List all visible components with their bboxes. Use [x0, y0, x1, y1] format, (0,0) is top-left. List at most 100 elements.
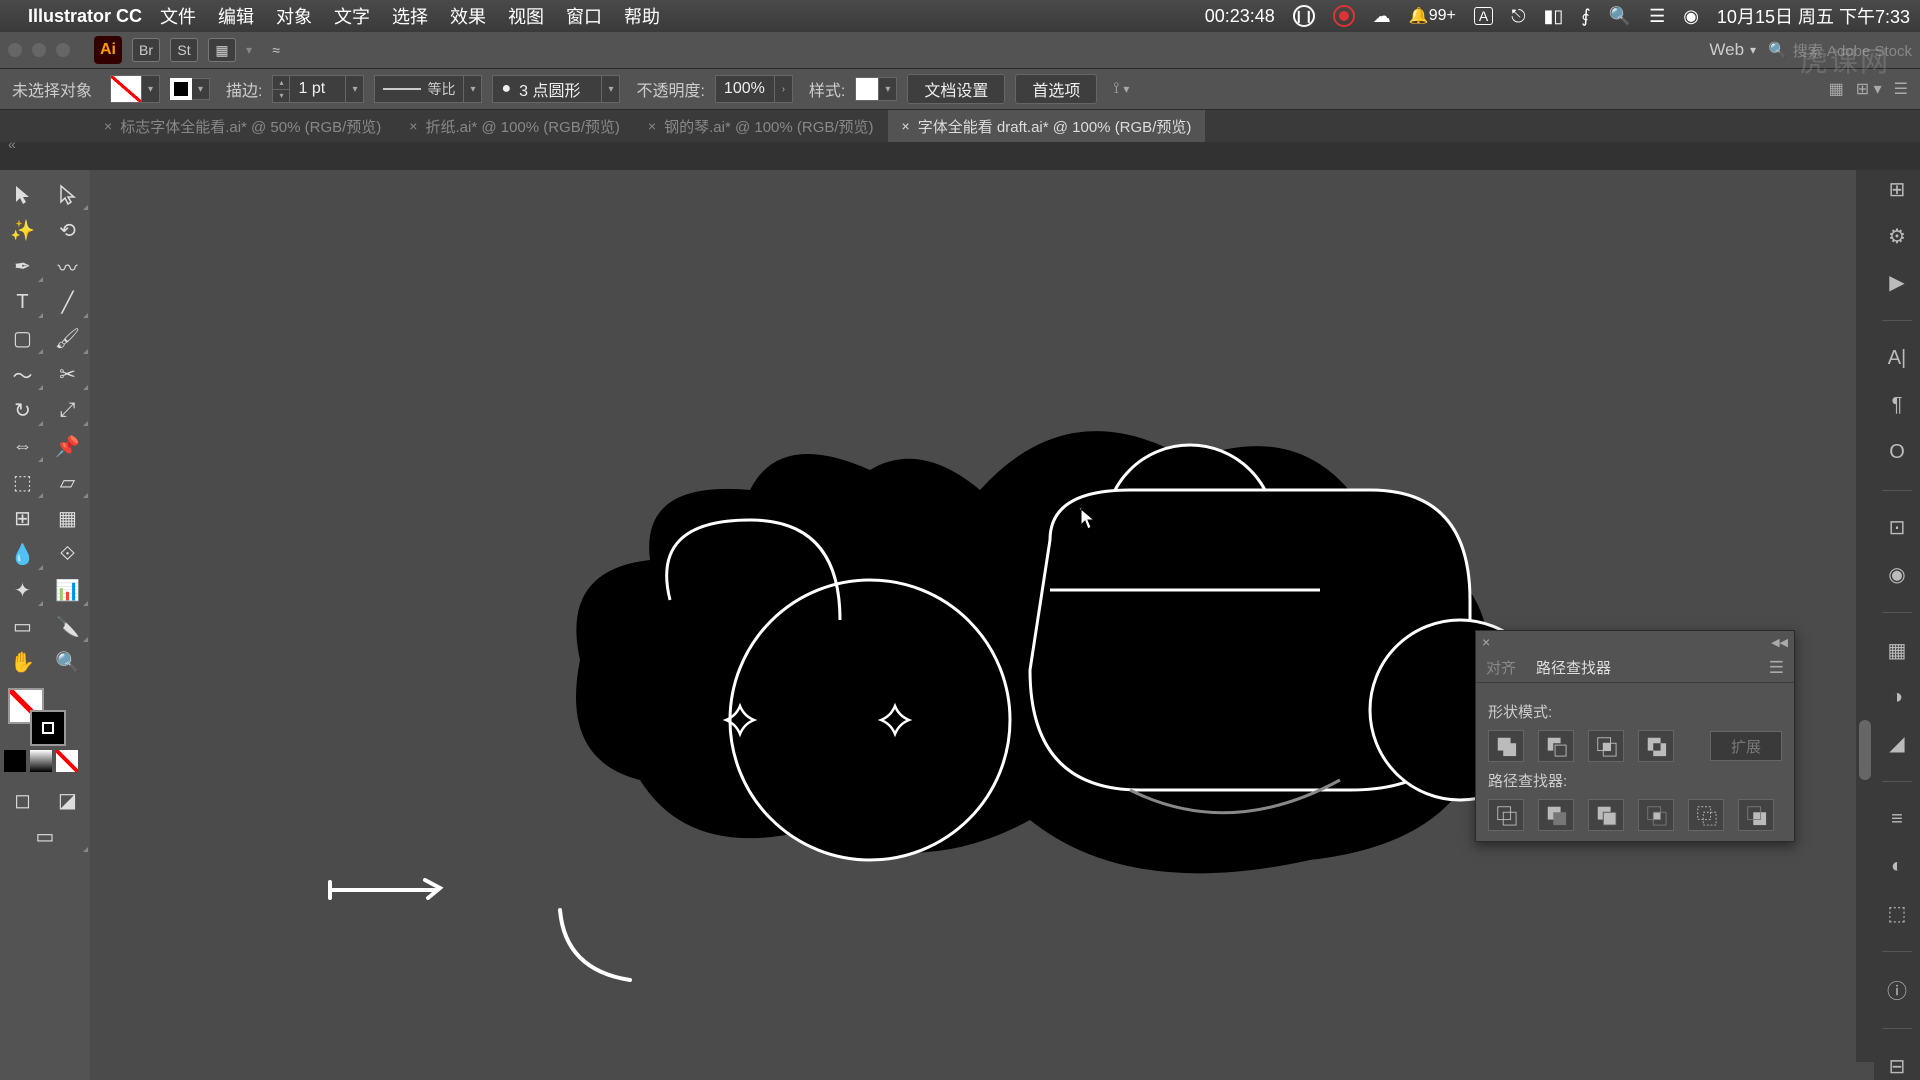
menu-edit[interactable]: 编辑: [218, 3, 254, 29]
screen-mode[interactable]: ▭: [0, 818, 90, 854]
transform-icon[interactable]: ⊞ ▾: [1856, 79, 1882, 99]
fill-stroke-control[interactable]: [0, 680, 90, 750]
character-panel-icon[interactable]: A|: [1882, 345, 1912, 372]
eyedropper-tool[interactable]: 💧: [0, 536, 45, 572]
menu-object[interactable]: 对象: [276, 3, 312, 29]
canvas[interactable]: [90, 170, 1874, 1080]
color-mode-solid[interactable]: [4, 750, 26, 772]
trim-button[interactable]: [1538, 799, 1574, 831]
shape-builder-tool[interactable]: ⬚: [0, 464, 45, 500]
document-tab[interactable]: ×折纸.ai* @ 100% (RGB/预览): [395, 110, 634, 142]
stroke-weight-input[interactable]: ▴▾ 1 pt ▾: [272, 75, 364, 103]
color-mode-none[interactable]: [56, 750, 78, 772]
chevron-down-icon[interactable]: ▾: [246, 43, 252, 57]
stroke-swatch[interactable]: ▾: [170, 78, 210, 100]
symbols-panel-icon[interactable]: ◢: [1882, 730, 1912, 757]
swatches-panel-icon[interactable]: ▦: [1882, 637, 1912, 664]
menu-type[interactable]: 文字: [334, 3, 370, 29]
direct-selection-tool[interactable]: [45, 176, 90, 212]
divide-button[interactable]: [1488, 799, 1524, 831]
vertical-scrollbar[interactable]: [1856, 170, 1874, 1062]
gradient-tool[interactable]: ▦: [45, 500, 90, 536]
slice-tool[interactable]: 🔪: [45, 608, 90, 644]
panel-menu-icon[interactable]: ☰: [1894, 79, 1908, 99]
crop-button[interactable]: [1638, 799, 1674, 831]
magic-wand-tool[interactable]: ✨: [0, 212, 45, 248]
properties-panel-icon[interactable]: ⊞: [1882, 176, 1912, 203]
outline-button[interactable]: [1688, 799, 1724, 831]
menu-window[interactable]: 窗口: [566, 3, 602, 29]
align-panel-icon[interactable]: ⊟: [1882, 1053, 1912, 1080]
perspective-tool[interactable]: ▱: [45, 464, 90, 500]
document-tab[interactable]: ×标志字体全能看.ai* @ 50% (RGB/预览): [90, 110, 395, 142]
panel-close-icon[interactable]: ×: [1482, 634, 1490, 650]
clock[interactable]: 10月15日 周五 下午7:33: [1717, 3, 1910, 29]
pathfinder-tab[interactable]: 路径查找器: [1536, 657, 1611, 678]
wechat-icon[interactable]: ☁: [1373, 6, 1391, 27]
paragraph-panel-icon[interactable]: ¶: [1882, 392, 1912, 419]
expand-button[interactable]: 扩展: [1710, 731, 1782, 761]
pen-tool[interactable]: ✒: [0, 248, 45, 284]
lasso-tool[interactable]: ⟲: [45, 212, 90, 248]
document-setup-button[interactable]: 文档设置: [907, 74, 1005, 104]
opentype-panel-icon[interactable]: O: [1882, 439, 1912, 466]
pause-icon[interactable]: ❙❙: [1293, 5, 1315, 27]
workspace-switcher[interactable]: Web▾: [1709, 40, 1756, 60]
transform-panel-icon[interactable]: ⊡: [1882, 514, 1912, 541]
blend-tool[interactable]: ⟐: [45, 536, 90, 572]
opacity-input[interactable]: 100% ›: [715, 75, 793, 103]
color-panel-icon[interactable]: ⚙: [1882, 223, 1912, 250]
gradient-panel-icon[interactable]: ◐: [1882, 853, 1912, 880]
bluetooth-icon[interactable]: ⎋: [1511, 6, 1525, 27]
color-mode-gradient[interactable]: [30, 750, 52, 772]
app-name[interactable]: Illustrator CC: [28, 6, 142, 27]
arrange-icon[interactable]: ▦: [208, 38, 236, 62]
control-center-icon[interactable]: ☰: [1649, 6, 1665, 27]
close-tab-icon[interactable]: ×: [409, 118, 417, 134]
curvature-tool[interactable]: 〰: [45, 248, 90, 284]
stock-icon[interactable]: St: [170, 38, 198, 62]
rectangle-tool[interactable]: ▢: [0, 320, 45, 356]
close-tab-icon[interactable]: ×: [902, 118, 910, 134]
tabs-overflow-icon[interactable]: «: [8, 136, 16, 152]
unite-button[interactable]: [1488, 730, 1524, 762]
artboard-tool[interactable]: ▭: [0, 608, 45, 644]
menu-file[interactable]: 文件: [160, 3, 196, 29]
stroke-profile-dropdown[interactable]: 等比 ▾: [374, 75, 482, 103]
grid-icon[interactable]: ▦: [1829, 79, 1844, 99]
transparency-panel-icon[interactable]: ⬚: [1882, 900, 1912, 927]
eraser-tool[interactable]: ✂: [45, 356, 90, 392]
minus-back-button[interactable]: [1738, 799, 1774, 831]
menu-view[interactable]: 视图: [508, 3, 544, 29]
color-guide-panel-icon[interactable]: ◑: [1882, 684, 1912, 711]
battery-icon[interactable]: ▮▯: [1543, 6, 1563, 27]
info-panel-icon[interactable]: ⓘ: [1882, 975, 1912, 1004]
line-tool[interactable]: ╱: [45, 284, 90, 320]
document-tab[interactable]: ×字体全能看 draft.ai* @ 100% (RGB/预览): [888, 110, 1206, 142]
exclude-button[interactable]: [1638, 730, 1674, 762]
draw-mode-normal[interactable]: ◻: [0, 782, 45, 818]
input-method-icon[interactable]: A: [1474, 7, 1493, 25]
preferences-button[interactable]: 首选项: [1015, 74, 1097, 104]
adobe-stock-search[interactable]: 🔍 搜索 Adobe Stock: [1768, 40, 1912, 61]
minus-front-button[interactable]: [1538, 730, 1574, 762]
free-transform-tool[interactable]: 📌: [45, 428, 90, 464]
notification-badge[interactable]: 🔔99+: [1409, 6, 1456, 26]
rotate-tool[interactable]: ↻: [0, 392, 45, 428]
close-tab-icon[interactable]: ×: [648, 118, 656, 134]
traffic-lights[interactable]: [8, 43, 70, 57]
menu-help[interactable]: 帮助: [624, 3, 660, 29]
align-tab[interactable]: 对齐: [1486, 657, 1516, 678]
symbol-sprayer-tool[interactable]: ✦: [0, 572, 45, 608]
fill-swatch[interactable]: ▾: [110, 75, 160, 103]
zoom-tool[interactable]: 🔍: [45, 644, 90, 680]
width-tool[interactable]: ⇔: [0, 428, 45, 464]
record-icon[interactable]: [1333, 5, 1355, 27]
spotlight-icon[interactable]: 🔍: [1609, 6, 1631, 27]
appearance-panel-icon[interactable]: ◉: [1882, 561, 1912, 588]
selection-tool[interactable]: [0, 176, 45, 212]
menu-select[interactable]: 选择: [392, 3, 428, 29]
panel-collapse-icon[interactable]: ◀◀: [1771, 636, 1788, 649]
menu-effect[interactable]: 效果: [450, 3, 486, 29]
document-tab[interactable]: ×钢的琴.ai* @ 100% (RGB/预览): [634, 110, 888, 142]
